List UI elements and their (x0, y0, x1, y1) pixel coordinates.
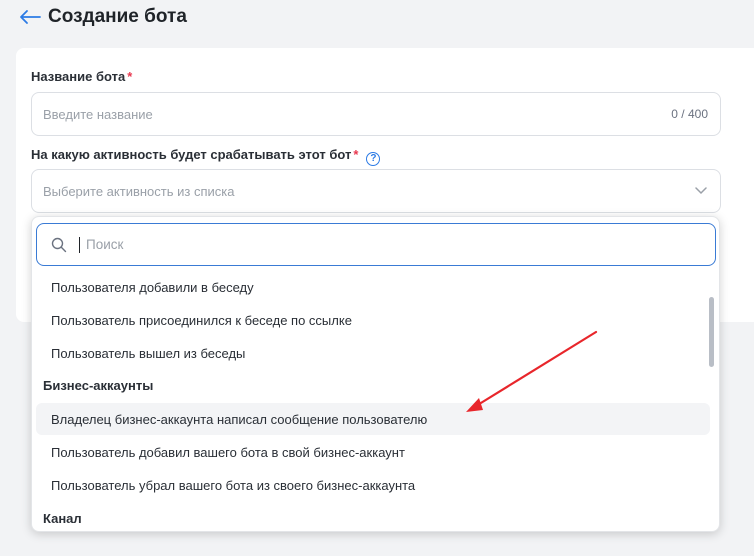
option-user-left[interactable]: Пользователь вышел из беседы (36, 337, 710, 369)
option-user-added[interactable]: Пользователя добавили в беседу (36, 271, 710, 303)
activity-label: На какую активность будет срабатывать эт… (31, 147, 381, 166)
bot-name-input[interactable]: Введите название 0 / 400 (31, 92, 721, 136)
bot-name-placeholder: Введите название (43, 106, 153, 122)
option-user-added-bot[interactable]: Пользователь добавил вашего бота в свой … (36, 436, 710, 468)
search-placeholder: Поиск (86, 237, 124, 252)
search-input[interactable]: Поиск (36, 223, 716, 266)
group-header-business: Бизнес-аккаунты (43, 378, 154, 393)
text-caret (79, 236, 80, 253)
dropdown-scrollbar[interactable] (709, 297, 714, 367)
option-user-removed-bot[interactable]: Пользователь убрал вашего бота из своего… (36, 469, 710, 501)
arrow-left-icon (20, 10, 41, 24)
char-counter: 0 / 400 (671, 107, 708, 121)
chevron-down-icon (695, 187, 707, 195)
back-button[interactable] (18, 5, 42, 29)
required-mark: * (353, 147, 359, 162)
option-owner-sent-message[interactable]: Владелец бизнес-аккаунта написал сообщен… (36, 403, 710, 435)
page-header: Создание бота (18, 4, 187, 30)
page-title: Создание бота (48, 6, 187, 27)
group-header-channel: Канал (43, 511, 82, 526)
option-user-joined-link[interactable]: Пользователь присоединился к беседе по с… (36, 304, 710, 336)
search-icon (51, 237, 67, 252)
activity-select[interactable]: Выберите активность из списка (31, 169, 721, 213)
activity-placeholder: Выберите активность из списка (43, 183, 235, 199)
help-circle-icon[interactable]: ? (366, 151, 381, 166)
activity-label-text: На какую активность будет срабатывать эт… (31, 147, 352, 162)
bot-name-label-text: Название бота (31, 69, 126, 84)
required-mark: * (127, 69, 133, 84)
bot-name-label: Название бота * (31, 69, 132, 84)
activity-dropdown: Поиск Пользователя добавили в беседу Пол… (31, 216, 720, 532)
